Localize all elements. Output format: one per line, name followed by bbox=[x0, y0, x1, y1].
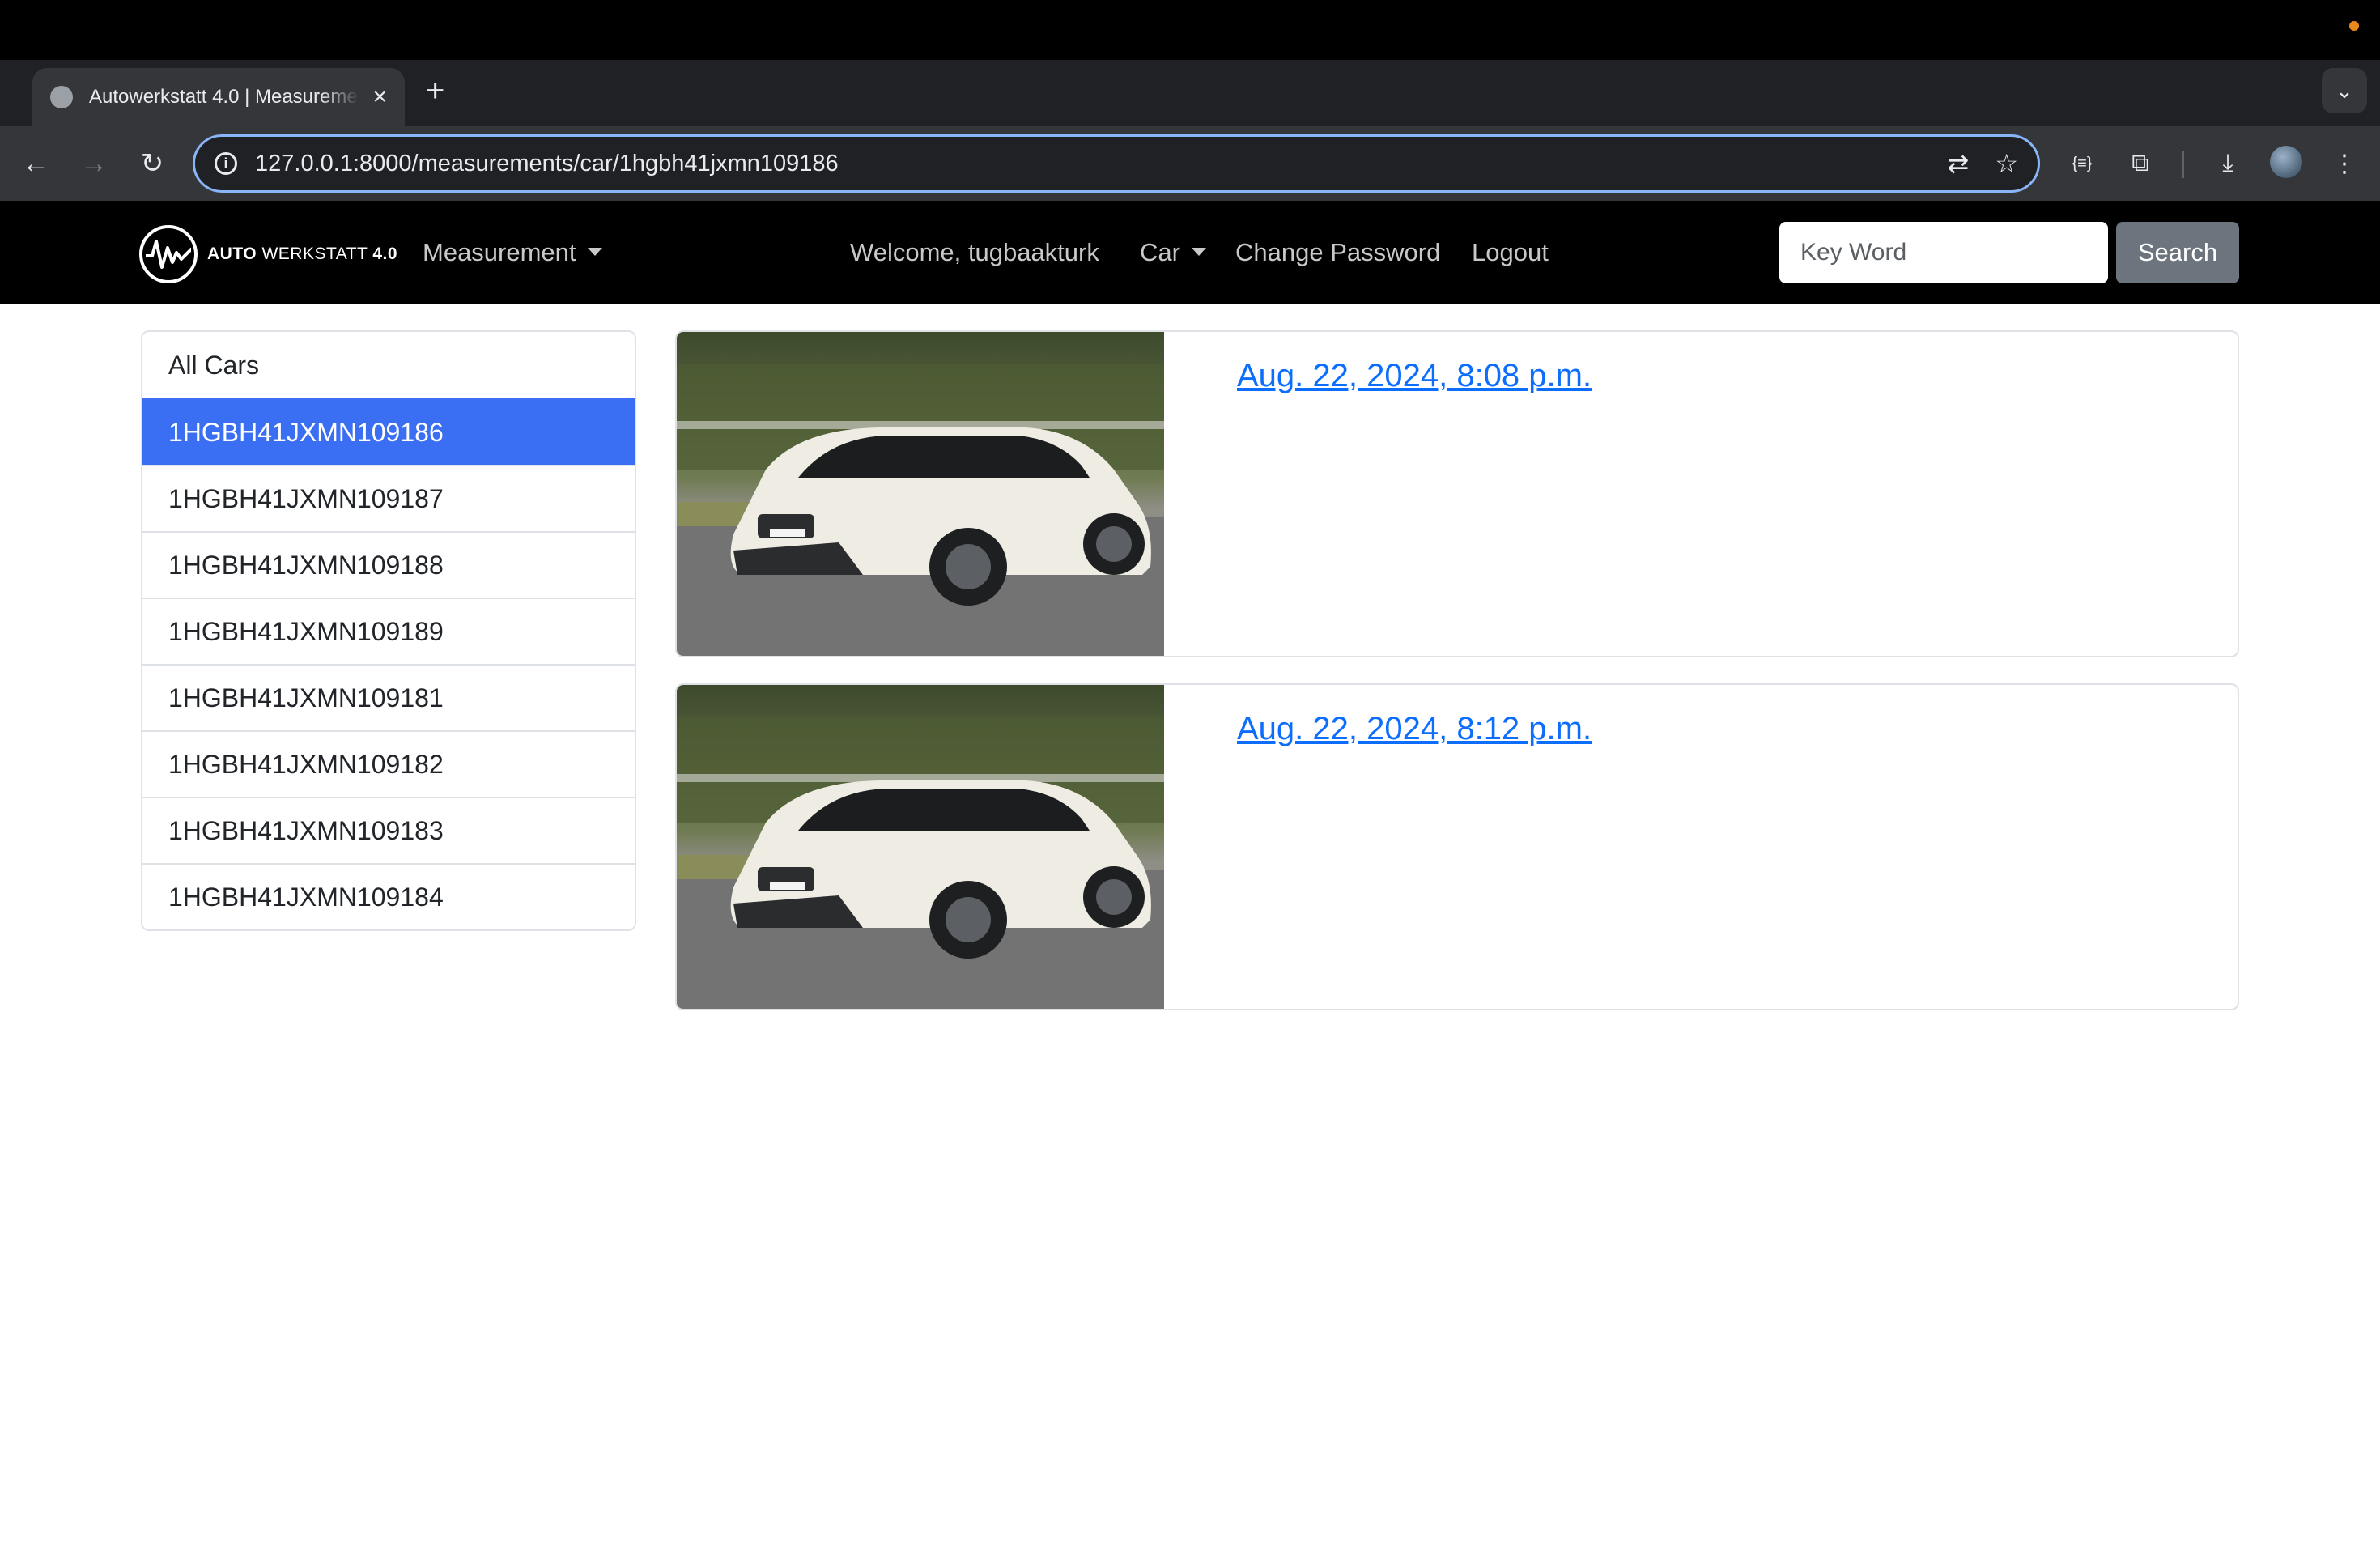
nav-measurement-label: Measurement bbox=[423, 238, 576, 266]
browser-tab-active[interactable]: Autowerkstatt 4.0 | Measurements × bbox=[32, 68, 405, 126]
recording-indicator-icon bbox=[2349, 21, 2359, 31]
measurement-date-link[interactable]: Aug. 22, 2024, 8:12 p.m. bbox=[1237, 711, 1592, 747]
profile-avatar[interactable] bbox=[2270, 146, 2302, 178]
puzzle-extensions-icon[interactable]: ⧉ bbox=[2121, 144, 2160, 183]
nav-change-password[interactable]: Change Password bbox=[1235, 238, 1440, 267]
os-menu-bar bbox=[0, 0, 2380, 60]
measurement-date-link[interactable]: Aug. 22, 2024, 8:08 p.m. bbox=[1237, 358, 1592, 394]
waveform-logo-icon bbox=[139, 225, 198, 283]
bookmark-star-icon[interactable]: ☆ bbox=[1995, 148, 2018, 179]
address-bar[interactable]: i 127.0.0.1:8000/measurements/car/1hgbh4… bbox=[193, 134, 2040, 193]
brand-logo-link[interactable]: AUTO WERKSTATT 4.0 bbox=[139, 225, 397, 283]
car-list-item[interactable]: 1HGBH41JXMN109187 bbox=[142, 465, 635, 531]
reload-icon[interactable]: ↻ bbox=[133, 144, 172, 183]
site-info-icon[interactable]: i bbox=[215, 152, 237, 175]
forward-arrow-icon[interactable]: → bbox=[74, 144, 113, 183]
nav-welcome: Welcome, tugbaakturk bbox=[850, 238, 1099, 266]
tab-search-button[interactable]: ⌄ bbox=[2322, 68, 2367, 113]
measurement-card: Aug. 22, 2024, 8:08 p.m. bbox=[675, 330, 2239, 657]
search-button[interactable]: Search bbox=[2116, 222, 2239, 283]
brand-name: AUTO WERKSTATT 4.0 bbox=[207, 245, 398, 263]
browser-tab-strip: Autowerkstatt 4.0 | Measurements × + ⌄ bbox=[0, 60, 2380, 126]
toolbar-divider bbox=[2182, 151, 2184, 178]
car-list-item[interactable]: 1HGBH41JXMN109182 bbox=[142, 730, 635, 797]
car-list-item[interactable]: 1HGBH41JXMN109188 bbox=[142, 531, 635, 598]
extension-json-icon[interactable]: {≡} bbox=[2063, 144, 2102, 183]
car-list: All Cars 1HGBH41JXMN109186 1HGBH41JXMN10… bbox=[141, 330, 636, 931]
tab-title: Autowerkstatt 4.0 | Measurements bbox=[89, 86, 360, 108]
car-list-item-all[interactable]: All Cars bbox=[142, 332, 635, 398]
caret-down-icon bbox=[587, 247, 602, 256]
car-list-item[interactable]: 1HGBH41JXMN109181 bbox=[142, 664, 635, 730]
close-icon[interactable]: × bbox=[372, 85, 387, 109]
car-list-item[interactable]: 1HGBH41JXMN109184 bbox=[142, 863, 635, 929]
nav-logout[interactable]: Logout bbox=[1472, 238, 1549, 267]
caret-down-icon bbox=[1191, 247, 1206, 256]
app-navbar: AUTO WERKSTATT 4.0 Measurement Welcome, … bbox=[0, 201, 2380, 304]
nav-car-label: Car bbox=[1140, 238, 1180, 266]
globe-icon bbox=[50, 86, 73, 108]
car-photo bbox=[677, 685, 1164, 1009]
chevron-down-icon: ⌄ bbox=[2335, 78, 2353, 103]
download-icon[interactable]: ⤓ bbox=[2208, 144, 2247, 183]
kebab-menu-icon[interactable]: ⋮ bbox=[2325, 144, 2364, 183]
nav-car-dropdown[interactable]: Car bbox=[1140, 238, 1206, 267]
new-tab-button[interactable]: + bbox=[426, 74, 444, 107]
car-list-item[interactable]: 1HGBH41JXMN109186 bbox=[142, 398, 635, 465]
car-list-item[interactable]: 1HGBH41JXMN109189 bbox=[142, 598, 635, 664]
car-photo bbox=[677, 332, 1164, 656]
translate-icon[interactable]: ⇄ bbox=[1948, 148, 1970, 179]
browser-toolbar: ← → ↻ i 127.0.0.1:8000/measurements/car/… bbox=[0, 126, 2380, 201]
nav-measurement-dropdown[interactable]: Measurement bbox=[423, 238, 602, 267]
search-input[interactable] bbox=[1779, 222, 2108, 283]
measurement-card: Aug. 22, 2024, 8:12 p.m. bbox=[675, 683, 2239, 1010]
address-bar-url[interactable]: 127.0.0.1:8000/measurements/car/1hgbh41j… bbox=[255, 151, 1922, 177]
back-arrow-icon[interactable]: ← bbox=[16, 144, 55, 183]
car-list-item[interactable]: 1HGBH41JXMN109183 bbox=[142, 797, 635, 863]
